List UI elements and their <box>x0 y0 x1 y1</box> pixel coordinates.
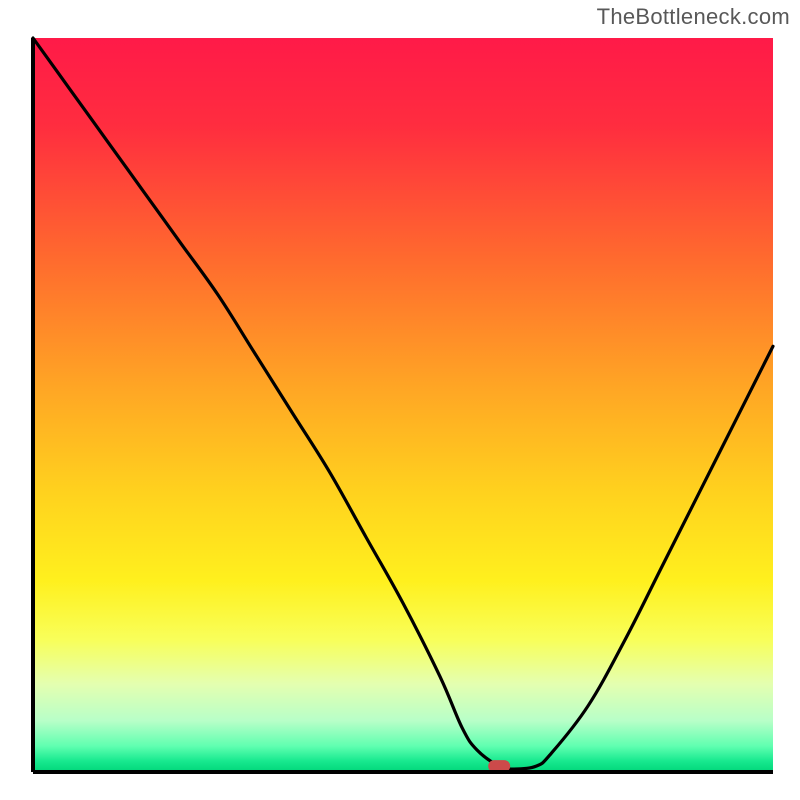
chart-svg <box>15 30 785 790</box>
watermark-text: TheBottleneck.com <box>597 4 790 30</box>
chart-background-gradient <box>33 38 773 772</box>
bottleneck-chart <box>15 30 785 790</box>
